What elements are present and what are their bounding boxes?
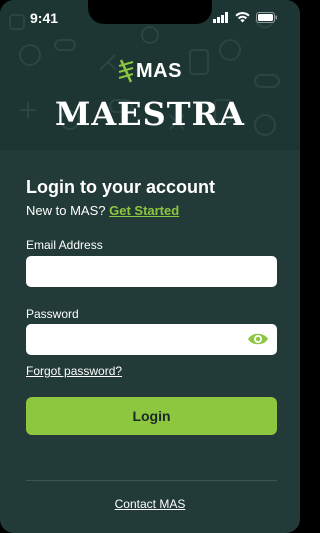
- signup-prompt: New to MAS? Get Started: [26, 203, 179, 218]
- new-user-text: New to MAS?: [26, 203, 106, 218]
- brand-name: MAESTRA: [55, 95, 245, 133]
- eye-icon[interactable]: [247, 331, 269, 347]
- page-title: Login to your account: [26, 177, 215, 197]
- status-bar: 9:41: [0, 0, 300, 36]
- login-button[interactable]: Login: [26, 397, 277, 435]
- password-field[interactable]: [26, 324, 277, 355]
- email-label: Email Address: [26, 238, 103, 252]
- battery-icon: [256, 12, 277, 23]
- wifi-icon: [235, 12, 250, 23]
- email-field[interactable]: [26, 256, 277, 287]
- divider: [26, 480, 277, 481]
- clock: 9:41: [30, 10, 59, 26]
- forgot-password-link[interactable]: Forgot password?: [26, 364, 122, 378]
- app-screen: 9:41 MAS MAESTRA Login to your account N…: [0, 0, 300, 533]
- status-icons: [213, 12, 278, 23]
- signal-icon: [213, 12, 228, 23]
- notch: [88, 0, 212, 24]
- mas-logo-icon: [118, 59, 134, 83]
- contact-link[interactable]: Contact MAS: [0, 497, 300, 511]
- logo: MAS: [0, 58, 300, 89]
- password-label: Password: [26, 307, 79, 321]
- logo-text: MAS: [136, 59, 182, 82]
- get-started-link[interactable]: Get Started: [109, 203, 179, 218]
